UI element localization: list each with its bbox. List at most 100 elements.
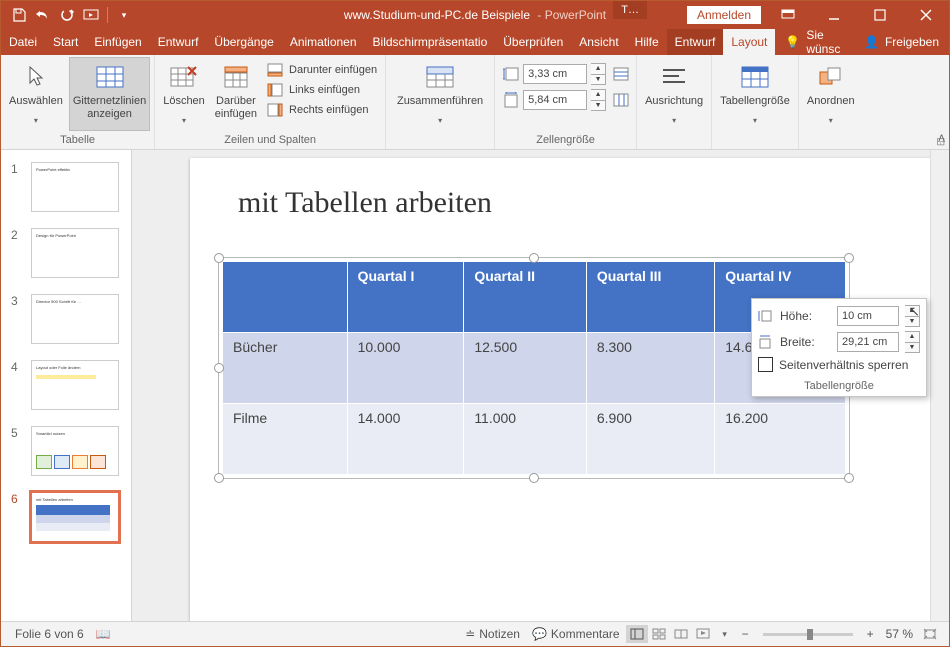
insert-right-button[interactable]: Rechts einfügen: [263, 101, 381, 119]
tab-table-layout[interactable]: Layout: [723, 29, 775, 55]
spin-down-icon[interactable]: ▼: [905, 317, 919, 327]
spin-up-icon[interactable]: ▲: [905, 332, 919, 343]
tab-ansicht[interactable]: Ansicht: [571, 29, 626, 55]
insert-below-label: Darunter einfügen: [289, 64, 377, 76]
chevron-down-icon[interactable]: ▾: [714, 625, 736, 643]
insert-left-button[interactable]: Links einfügen: [263, 81, 381, 99]
height-input[interactable]: 10 cm: [837, 306, 899, 326]
thumb-title: Director 500 Schritt für …: [32, 295, 118, 308]
tab-datei[interactable]: Datei: [1, 29, 45, 55]
width-input[interactable]: 29,21 cm: [837, 332, 899, 352]
arrange-button[interactable]: Anordnen ▾: [803, 57, 859, 131]
insert-above-label: Darüber einfügen: [215, 95, 257, 121]
collapse-ribbon-icon[interactable]: ᐱ: [938, 134, 945, 145]
comments-button[interactable]: 💬Kommentare: [526, 627, 626, 641]
statusbar: Folie 6 von 6 📖 ≐Notizen 💬Kommentare ▾ −…: [1, 621, 949, 646]
tab-bildschirm[interactable]: Bildschirmpräsentatio: [365, 29, 496, 55]
table-size-icon: [741, 61, 769, 93]
width-icon: [758, 335, 774, 349]
fit-window-icon[interactable]: [919, 625, 941, 643]
spin-down-icon[interactable]: ▼: [905, 343, 919, 353]
handle-ne[interactable]: [844, 253, 854, 263]
zoom-handle[interactable]: [807, 629, 813, 640]
maximize-icon[interactable]: [857, 1, 903, 29]
distribute-cols-button[interactable]: [610, 89, 632, 111]
tab-ueberpruefen[interactable]: Überprüfen: [495, 29, 571, 55]
zoom-level[interactable]: 57 %: [880, 627, 919, 641]
zoom-in-button[interactable]: +: [861, 627, 880, 641]
select-button[interactable]: Auswählen ▾: [5, 57, 67, 131]
tab-start[interactable]: Start: [45, 29, 86, 55]
spin-up-icon[interactable]: ▲: [591, 90, 605, 101]
app-window: ▾ www.Studium-und-PC.de Beispiele - Powe…: [0, 0, 950, 647]
slide-thumbnails: 1PowerPoint effektiv 2Design für PowerPo…: [1, 150, 132, 621]
merge-button[interactable]: Zusammenführen ▾: [390, 57, 490, 131]
spin-down-icon[interactable]: ▼: [591, 75, 605, 85]
tab-hilfe[interactable]: Hilfe: [627, 29, 667, 55]
workarea: 1PowerPoint effektiv 2Design für PowerPo…: [1, 150, 949, 621]
tab-entwurf[interactable]: Entwurf: [150, 29, 207, 55]
spellcheck-icon[interactable]: 📖: [90, 627, 117, 641]
distribute-rows-button[interactable]: [610, 63, 632, 85]
slideshow-view-icon[interactable]: [692, 625, 714, 643]
row-height-spinner[interactable]: ▲▼: [591, 63, 606, 85]
normal-view-icon[interactable]: [626, 625, 648, 643]
tab-uebergaenge[interactable]: Übergänge: [206, 29, 281, 55]
tab-animationen[interactable]: Animationen: [282, 29, 365, 55]
ribbon-display-icon[interactable]: [765, 1, 811, 29]
delete-button[interactable]: Löschen ▾: [159, 57, 209, 131]
thumbnail-3[interactable]: 3Director 500 Schritt für …: [1, 292, 131, 358]
notes-button[interactable]: ≐Notizen: [459, 627, 526, 641]
spin-up-icon[interactable]: ▲: [905, 306, 919, 317]
redo-icon[interactable]: [57, 5, 77, 25]
insert-above-button[interactable]: Darüber einfügen: [211, 57, 261, 131]
save-icon[interactable]: [9, 5, 29, 25]
gridlines-button[interactable]: Gitternetzlinien anzeigen: [69, 57, 150, 131]
tell-me[interactable]: 💡Sie wünsc: [775, 29, 854, 55]
handle-se[interactable]: [844, 473, 854, 483]
table-size-button[interactable]: Tabellengröße ▾: [716, 57, 794, 131]
spin-down-icon[interactable]: ▼: [591, 101, 605, 111]
spin-up-icon[interactable]: ▲: [591, 64, 605, 75]
sorter-view-icon[interactable]: [648, 625, 670, 643]
qat-customize-icon[interactable]: ▾: [114, 5, 134, 25]
slideshow-icon[interactable]: [81, 5, 101, 25]
alignment-button[interactable]: Ausrichtung ▾: [641, 57, 707, 131]
thumbnail-2[interactable]: 2Design für PowerPoint: [1, 226, 131, 292]
col-width-input[interactable]: 5,84 cm: [523, 90, 587, 110]
row-height-input[interactable]: 3,33 cm: [523, 64, 587, 84]
slide-counter[interactable]: Folie 6 von 6: [9, 627, 90, 641]
tab-einfuegen[interactable]: Einfügen: [86, 29, 149, 55]
window-title: www.Studium-und-PC.de Beispiele - PowerP…: [344, 8, 606, 22]
close-icon[interactable]: [903, 1, 949, 29]
share-button[interactable]: 👤Freigeben: [854, 29, 949, 55]
handle-s[interactable]: [529, 473, 539, 483]
ribbon-tabs: Datei Start Einfügen Entwurf Übergänge A…: [1, 29, 949, 55]
insert-below-icon: [267, 62, 283, 78]
tab-table-entwurf[interactable]: Entwurf: [667, 29, 724, 55]
reading-view-icon[interactable]: [670, 625, 692, 643]
zoom-slider[interactable]: [763, 633, 853, 636]
insert-below-button[interactable]: Darunter einfügen: [263, 61, 381, 79]
thumbnail-5[interactable]: 5SmartArt nutzen: [1, 424, 131, 490]
undo-icon[interactable]: [33, 5, 53, 25]
handle-sw[interactable]: [214, 473, 224, 483]
vertical-scrollbar[interactable]: [930, 150, 949, 621]
thumbnail-1[interactable]: 1PowerPoint effektiv: [1, 160, 131, 226]
handle-n[interactable]: [529, 253, 539, 263]
height-spinner[interactable]: ▲▼: [905, 305, 920, 327]
share-label: Freigeben: [885, 35, 939, 49]
col-width-spinner[interactable]: ▲▼: [591, 89, 606, 111]
login-button[interactable]: Anmelden: [687, 6, 761, 24]
checkbox-unchecked[interactable]: [758, 357, 773, 372]
width-spinner[interactable]: ▲▼: [905, 331, 920, 353]
zoom-out-button[interactable]: −: [736, 627, 755, 641]
handle-nw[interactable]: [214, 253, 224, 263]
thumbnail-4[interactable]: 4Layout oder Folie ändern: [1, 358, 131, 424]
lock-aspect-row[interactable]: Seitenverhältnis sperren: [758, 357, 920, 372]
minimize-icon[interactable]: [811, 1, 857, 29]
thumb-title: PowerPoint effektiv: [32, 163, 118, 176]
group-cellsize-label: Zellengröße: [536, 132, 595, 149]
thumbnail-6[interactable]: 6mit Tabellen arbeiten: [1, 490, 131, 556]
handle-w[interactable]: [214, 363, 224, 373]
